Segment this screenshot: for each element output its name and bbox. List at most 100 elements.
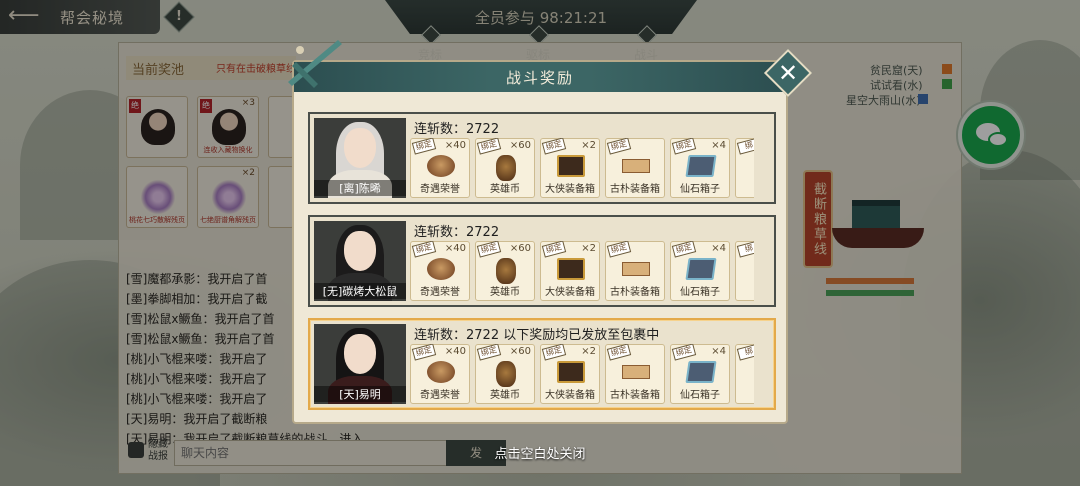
bound-tag: 绑定 bbox=[476, 344, 502, 361]
sword-ornament-icon bbox=[288, 40, 342, 88]
bound-tag: 绑定 bbox=[671, 138, 697, 155]
item-qty: ×2 bbox=[581, 346, 596, 357]
bound-tag: 绑定 bbox=[476, 138, 502, 155]
reward-item[interactable]: 绑定古朴装备箱 bbox=[605, 241, 665, 301]
chest-icon bbox=[557, 361, 585, 383]
item-qty: ×40 bbox=[444, 243, 466, 254]
reward-items: 绑定 ×40 奇遇荣誉 绑定 ×60 英雄币 绑定 ×2 大侠装备箱 绑定古朴装备箱 绑定 ×… bbox=[410, 241, 754, 303]
bound-tag: 绑定 bbox=[411, 344, 437, 361]
player-name: [无]碳烤大松鼠 bbox=[314, 283, 406, 299]
reward-item[interactable]: 绑定 ×60 英雄币 bbox=[475, 344, 535, 404]
item-label: 大侠装备箱 bbox=[545, 287, 595, 298]
item-qty: ×4 bbox=[711, 243, 726, 254]
kill-count: 连斩数：2722 以下奖励均已发放至包裹中 bbox=[414, 328, 660, 343]
item-qty: ×2 bbox=[581, 140, 596, 151]
honor-token-icon bbox=[427, 361, 455, 383]
item-label: 仙石箱子 bbox=[680, 184, 720, 195]
item-label: 英雄币 bbox=[490, 390, 520, 401]
plain-box-icon bbox=[622, 262, 650, 276]
reward-item[interactable]: 绑定 ×60 英雄币 bbox=[475, 138, 535, 198]
bound-tag: 绑 bbox=[736, 344, 754, 361]
bound-tag: 绑定 bbox=[541, 344, 567, 361]
player-name: [离]陈晞 bbox=[314, 180, 406, 196]
hero-coin-icon bbox=[496, 155, 516, 181]
stone-box-icon bbox=[685, 361, 717, 383]
stone-box-icon bbox=[685, 258, 717, 280]
item-qty: ×2 bbox=[581, 243, 596, 254]
bound-tag: 绑定 bbox=[411, 241, 437, 258]
player-portrait: [无]碳烤大松鼠 bbox=[314, 221, 406, 301]
reward-item[interactable]: 绑定 ×2 大侠装备箱 bbox=[540, 138, 600, 198]
item-label: 古朴装备箱 bbox=[610, 390, 660, 401]
player-portrait: [天]易明 bbox=[314, 324, 406, 404]
bound-tag: 绑定 bbox=[671, 344, 697, 361]
bound-tag: 绑定 bbox=[606, 241, 632, 258]
dialog-title: 战斗奖励 bbox=[505, 69, 574, 87]
bound-tag: 绑 bbox=[736, 138, 754, 155]
item-label: 英雄币 bbox=[490, 287, 520, 298]
item-label: 奇遇荣誉 bbox=[420, 184, 460, 195]
reward-item[interactable]: 绑定 ×60 英雄币 bbox=[475, 241, 535, 301]
hero-coin-icon bbox=[496, 361, 516, 387]
item-label: 奇遇荣誉 bbox=[420, 287, 460, 298]
reward-items: 绑定 ×40 奇遇荣誉 绑定 ×60 英雄币 绑定 ×2 大侠装备箱 绑定古朴装备箱 绑定 ×… bbox=[410, 138, 754, 200]
bound-tag: 绑定 bbox=[671, 241, 697, 258]
face bbox=[344, 231, 376, 271]
chest-icon bbox=[557, 258, 585, 280]
bound-tag: 绑定 bbox=[541, 241, 567, 258]
reward-item[interactable]: 绑定古朴装备箱 bbox=[605, 344, 665, 404]
reward-item[interactable]: 绑定古朴装备箱 bbox=[605, 138, 665, 198]
reward-item[interactable]: 绑定 ×40 奇遇荣誉 bbox=[410, 241, 470, 301]
item-qty: ×60 bbox=[509, 140, 531, 151]
reward-item[interactable]: 绑定 ×2 大侠装备箱 bbox=[540, 241, 600, 301]
bound-tag: 绑 bbox=[736, 241, 754, 258]
item-qty: ×40 bbox=[444, 140, 466, 151]
item-qty: ×60 bbox=[509, 243, 531, 254]
kill-count: 连斩数：2722 bbox=[414, 225, 500, 240]
item-label: 大侠装备箱 bbox=[545, 390, 595, 401]
hero-coin-icon bbox=[496, 258, 516, 284]
reward-row: [无]碳烤大松鼠 连斩数：2722 绑定 ×40 奇遇荣誉 绑定 ×60 英雄币 绑定 ×… bbox=[308, 215, 776, 307]
reward-item[interactable]: 绑 bbox=[735, 241, 754, 301]
item-label: 大侠装备箱 bbox=[545, 184, 595, 195]
face bbox=[344, 334, 376, 374]
bound-tag: 绑定 bbox=[606, 138, 632, 155]
item-qty: ×40 bbox=[444, 346, 466, 357]
reward-items: 绑定 ×40 奇遇荣誉 绑定 ×60 英雄币 绑定 ×2 大侠装备箱 绑定古朴装备箱 绑定 ×… bbox=[410, 344, 754, 406]
item-label: 古朴装备箱 bbox=[610, 287, 660, 298]
reward-row: [离]陈晞 连斩数：2722 绑定 ×40 奇遇荣誉 绑定 ×60 英雄币 绑定 ×2 大侠… bbox=[308, 112, 776, 204]
kill-count: 连斩数：2722 bbox=[414, 122, 500, 137]
reward-item[interactable]: 绑定 ×4 仙石箱子 bbox=[670, 344, 730, 404]
item-qty: ×60 bbox=[509, 346, 531, 357]
reward-item[interactable]: 绑 bbox=[735, 344, 754, 404]
dialog-header: 战斗奖励 bbox=[294, 62, 786, 92]
item-qty: ×4 bbox=[711, 140, 726, 151]
item-label: 英雄币 bbox=[490, 184, 520, 195]
face bbox=[344, 128, 376, 168]
stone-box-icon bbox=[685, 155, 717, 177]
bound-tag: 绑定 bbox=[541, 138, 567, 155]
player-name: [天]易明 bbox=[314, 386, 406, 402]
reward-item[interactable]: 绑 bbox=[735, 138, 754, 198]
battle-reward-dialog: 战斗奖励 [离]陈晞 连斩数：2722 绑定 ×40 奇遇荣誉 绑定 ×60 英雄币 绑… bbox=[292, 60, 788, 424]
bound-tag: 绑定 bbox=[476, 241, 502, 258]
bound-tag: 绑定 bbox=[606, 344, 632, 361]
reward-item[interactable]: 绑定 ×40 奇遇荣誉 bbox=[410, 344, 470, 404]
plain-box-icon bbox=[622, 365, 650, 379]
honor-token-icon bbox=[427, 155, 455, 177]
player-portrait: [离]陈晞 bbox=[314, 118, 406, 198]
item-label: 奇遇荣誉 bbox=[420, 390, 460, 401]
reward-item[interactable]: 绑定 ×4 仙石箱子 bbox=[670, 241, 730, 301]
bound-tag: 绑定 bbox=[411, 138, 437, 155]
chest-icon bbox=[557, 155, 585, 177]
item-label: 仙石箱子 bbox=[680, 390, 720, 401]
reward-item[interactable]: 绑定 ×2 大侠装备箱 bbox=[540, 344, 600, 404]
reward-item[interactable]: 绑定 ×40 奇遇荣誉 bbox=[410, 138, 470, 198]
plain-box-icon bbox=[622, 159, 650, 173]
item-qty: ×4 bbox=[711, 346, 726, 357]
reward-item[interactable]: 绑定 ×4 仙石箱子 bbox=[670, 138, 730, 198]
tap-to-close-hint[interactable]: 点击空白处关闭 bbox=[0, 443, 1080, 462]
honor-token-icon bbox=[427, 258, 455, 280]
item-label: 仙石箱子 bbox=[680, 287, 720, 298]
item-label: 古朴装备箱 bbox=[610, 184, 660, 195]
